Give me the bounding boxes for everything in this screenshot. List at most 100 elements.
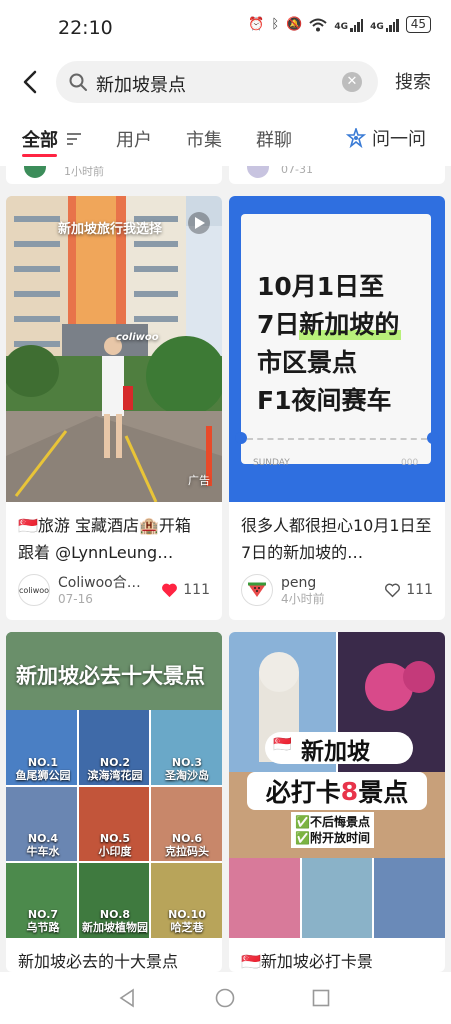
check-icon: ✅: [295, 831, 310, 845]
ticket-line: 10月1日至: [257, 272, 385, 301]
card-stub-left[interactable]: 1小时前: [6, 166, 222, 184]
tab-group-chat[interactable]: 群聊: [256, 126, 292, 152]
subtitle-post: 景点: [358, 778, 409, 807]
avatar: [24, 166, 46, 178]
grid-name: 新加坡植物园: [82, 921, 148, 934]
grid-label: NO.8 新加坡植物园: [80, 908, 150, 934]
grid-label: NO.4 牛车水: [8, 832, 78, 858]
like-button[interactable]: 111: [161, 582, 210, 598]
stub-meta: 1小时前: [64, 166, 104, 178]
tab-bar: 全部 用户 市集 群聊 问一问: [0, 110, 451, 166]
image-subtitle: 必打卡 8 景点: [247, 772, 427, 810]
post-date: 07-16: [58, 592, 93, 606]
note-card-top10[interactable]: 新加坡必去十大景点 NO.1 鱼尾狮公园 NO.2 滨海湾花园 NO.3 圣淘沙岛 N…: [6, 632, 222, 972]
heart-filled-icon: [162, 583, 178, 598]
ticket-notch-right: [427, 432, 439, 444]
nav-home-icon[interactable]: [215, 988, 235, 1008]
card-title: 🇸🇬旅游 宝藏酒店🏨开箱 跟着 @LynnLeung…: [18, 516, 191, 562]
check-text: 附开放时间: [309, 831, 370, 845]
status-time: 22:10: [58, 17, 113, 39]
search-query: 新加坡景点: [96, 75, 186, 96]
image-brand: coliwoo: [116, 332, 159, 343]
grid-label: NO.1 鱼尾狮公园: [8, 756, 78, 782]
card-image: 🇸🇬 新加坡 必打卡 8 景点 ✅不后悔景点 ✅附开放时间: [229, 632, 445, 938]
bluetooth-icon: ᛒ: [271, 17, 280, 32]
hotel-photo: [6, 196, 222, 502]
nav-back-icon[interactable]: [118, 988, 136, 1008]
post-date: 4小时前: [281, 592, 325, 606]
wifi-icon: [309, 18, 328, 31]
clear-icon[interactable]: ✕: [342, 72, 362, 92]
note-card-hotel[interactable]: 新加坡旅行我选择 coliwoo 广告 🇸🇬旅游 宝藏酒店🏨开箱 跟着 @Lyn…: [6, 196, 222, 620]
ticket-line: F1夜间赛车: [257, 386, 392, 415]
card-image: 新加坡旅行我选择 coliwoo 广告: [6, 196, 222, 502]
grid-name: 鱼尾狮公园: [15, 769, 71, 782]
author-info[interactable]: peng 4小时前: [241, 574, 325, 606]
tab-users[interactable]: 用户: [116, 126, 152, 152]
tab-market[interactable]: 市集: [186, 126, 222, 152]
grid-name: 小印度: [98, 845, 132, 858]
ask-button[interactable]: 问一问: [346, 125, 426, 151]
heart-outline-icon: [385, 583, 401, 598]
ticket-divider: [247, 438, 427, 440]
card-stub-right[interactable]: 07-31: [229, 166, 445, 184]
image-title: 新加坡必去十大景点: [16, 664, 205, 688]
nav-recents-icon[interactable]: [312, 989, 330, 1007]
search-button[interactable]: 搜索: [395, 68, 431, 94]
signal-icon: 4G: [334, 18, 364, 32]
singapore-flag-icon: 🇸🇬: [273, 735, 292, 753]
grid-name: 牛车水: [26, 845, 60, 858]
grid-label: NO.7 乌节路: [8, 908, 78, 934]
grid-no: NO.8: [99, 908, 131, 921]
check-item: ✅附开放时间: [295, 830, 370, 846]
sparkle-icon: [346, 128, 366, 148]
grid-name: 滨海湾花园: [87, 769, 143, 782]
grid-name: 克拉码头: [165, 845, 209, 858]
subtitle-num: 8: [340, 776, 359, 806]
mute-icon: 🔕: [286, 17, 303, 32]
system-nav-bar: [0, 972, 451, 1024]
back-arrow-icon[interactable]: [16, 66, 46, 98]
avatar: [241, 574, 273, 606]
grid-name: 圣淘沙岛: [165, 769, 209, 782]
alarm-icon: ⏰: [248, 17, 265, 32]
check-item: ✅不后悔景点: [295, 814, 370, 830]
note-card-8spots[interactable]: 🇸🇬 新加坡 必打卡 8 景点 ✅不后悔景点 ✅附开放时间 🇸🇬新加坡必打卡景: [229, 632, 445, 972]
tab-all[interactable]: 全部: [22, 126, 58, 152]
grid-name: 乌节路: [26, 921, 60, 934]
status-bar: 22:10 ⏰ ᛒ 🔕 4G 4G 45: [0, 0, 451, 56]
grid-no: NO.10: [168, 908, 206, 921]
like-count: 111: [183, 582, 210, 598]
ticket-line: 市区景点: [257, 348, 358, 377]
ad-tag: 广告: [188, 474, 210, 487]
grid-no: NO.6: [171, 832, 203, 845]
check-list: ✅不后悔景点 ✅附开放时间: [291, 812, 374, 848]
like-button[interactable]: 111: [384, 582, 433, 598]
grid-no: NO.5: [99, 832, 131, 845]
image-caption: 新加坡旅行我选择: [58, 222, 163, 237]
avatar: [247, 166, 269, 178]
grid-label: NO.2 滨海湾花园: [80, 756, 150, 782]
note-card-f1[interactable]: 10月1日至 7日新加坡的 市区景点 F1夜间赛车 SUNDAY 000 很多人…: [229, 196, 445, 620]
ticket-line-text: 7日新加坡的: [257, 310, 400, 339]
check-icon: ✅: [295, 815, 310, 829]
card-image: 新加坡必去十大景点 NO.1 鱼尾狮公园 NO.2 滨海湾花园 NO.3 圣淘沙岛 N…: [6, 632, 222, 938]
search-input[interactable]: 新加坡景点 ✕: [56, 61, 378, 103]
filter-icon[interactable]: [66, 132, 82, 146]
ticket-footer-left: SUNDAY: [253, 458, 290, 468]
grid-label: NO.6 克拉码头: [152, 832, 222, 858]
ticket-notch-left: [235, 432, 247, 444]
author-info[interactable]: coliwoo Coliwoo合… 07-16: [18, 574, 141, 606]
grid-no: NO.2: [99, 756, 131, 769]
check-text: 不后悔景点: [309, 815, 370, 829]
card-title: 新加坡必去的十大景点: [18, 952, 179, 971]
card-image: 10月1日至 7日新加坡的 市区景点 F1夜间赛车 SUNDAY 000: [229, 196, 445, 502]
grid-name: 哈芝巷: [170, 921, 204, 934]
card-title: 很多人都很担心10月1日至7日的新加坡的…: [241, 516, 432, 562]
grid-label: NO.5 小印度: [80, 832, 150, 858]
watermelon-icon: [248, 582, 266, 597]
stub-meta: 07-31: [281, 166, 313, 176]
subtitle-pre: 必打卡: [265, 778, 341, 807]
battery-icon: 45: [405, 16, 431, 33]
image-title: 新加坡: [301, 739, 370, 765]
